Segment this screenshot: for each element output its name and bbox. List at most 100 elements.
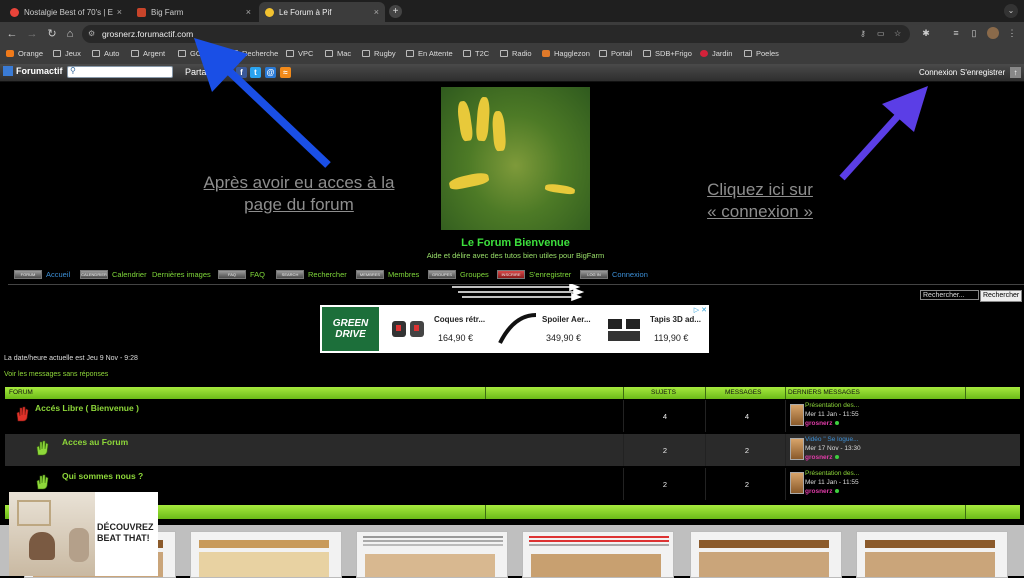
forum-table-header: FORUM SUJETS MESSAGES DERNIERS MESSAGES: [5, 387, 1020, 399]
nav-calendrier[interactable]: CALENDRIER Calendrier: [80, 270, 147, 279]
toolbar-connexion-link[interactable]: Connexion: [919, 68, 957, 77]
forum-name-link[interactable]: Acces au Forum: [62, 437, 128, 447]
bookmark-label: Radio: [512, 49, 532, 58]
promo-video-ad[interactable]: DÉCOUVREZ BEAT THAT!: [9, 492, 158, 576]
ad-product[interactable]: Spoiler Aer... 349,90 €: [494, 305, 604, 353]
header-topics: SUJETS: [651, 389, 676, 396]
collapse-toolbar-icon[interactable]: ↑: [1010, 67, 1021, 78]
bookmark-mac[interactable]: Mac: [325, 49, 351, 58]
reading-list-icon[interactable]: ≡: [950, 27, 962, 39]
bookmark-orange[interactable]: Orange: [6, 49, 43, 58]
cast-icon[interactable]: ▭: [877, 25, 885, 43]
forum-name-link[interactable]: Accés Libre ( Bienvenue ): [35, 403, 139, 413]
ad-choices-icon[interactable]: ▷ ✕: [694, 306, 707, 314]
tutorial-thumbnail[interactable]: [190, 531, 342, 578]
online-status-icon: [835, 455, 840, 460]
forum-name-link[interactable]: Qui sommes nous ?: [62, 471, 143, 481]
nav-groupes[interactable]: GROUPES Groupes: [428, 270, 489, 279]
nav-membres[interactable]: MEMBRES Membres: [356, 270, 419, 279]
advertisement-banner[interactable]: GREEN DRIVE Coques rétr... 164,90 € Spoi…: [320, 305, 709, 353]
url-input[interactable]: ⚙ grosnerz.forumactif.com ⚷ ▭ ☆: [82, 25, 910, 43]
bookmark-star-icon[interactable]: ☆: [894, 25, 901, 43]
bookmark-hagglezon[interactable]: Hagglezon: [542, 49, 590, 58]
forward-icon[interactable]: →: [25, 27, 39, 41]
bookmark-sdb-frigo[interactable]: SDB+Frigo: [643, 49, 692, 58]
reload-icon[interactable]: ↻: [45, 27, 59, 41]
bookmark-portail[interactable]: Portail: [599, 49, 632, 58]
bookmark-auto[interactable]: Auto: [92, 49, 119, 58]
hagglezon-logo-icon: [542, 50, 550, 57]
tutorial-note-line: page du forum: [244, 195, 354, 214]
ad-product[interactable]: Coques rétr... 164,90 €: [386, 305, 496, 353]
tab-big-farm[interactable]: Big Farm ×: [131, 2, 257, 22]
tutorial-thumbnail[interactable]: [856, 531, 1008, 578]
last-post-user-link[interactable]: grosnerz: [805, 420, 840, 427]
tab-forum-a-pif[interactable]: Le Forum à Pif ×: [259, 2, 385, 22]
back-icon[interactable]: ←: [5, 27, 19, 41]
site-info-icon[interactable]: ⚙: [88, 25, 95, 43]
bookmark-label: Mac: [337, 49, 352, 58]
profile-avatar[interactable]: [987, 27, 999, 39]
bookmark-rugby[interactable]: Rugby: [362, 49, 396, 58]
nav-connexion[interactable]: LOG IN Connexion: [580, 270, 648, 279]
pinterest-icon: [700, 50, 708, 57]
forum-search-button[interactable]: Rechercher: [980, 290, 1023, 302]
bookmark-recherche[interactable]: Recherche: [230, 49, 278, 58]
toolbar-register-link[interactable]: S'enregistrer: [960, 68, 1005, 77]
facebook-icon[interactable]: f: [236, 67, 247, 78]
bookmark-vpc[interactable]: VPC: [286, 49, 313, 58]
nav-label: Dernières images: [152, 270, 211, 279]
close-tab-icon[interactable]: ×: [374, 7, 379, 17]
radio-favicon-icon: [10, 7, 19, 17]
last-post-title-link[interactable]: Présentation des...: [805, 470, 859, 477]
close-tab-icon[interactable]: ×: [117, 7, 122, 17]
forumactif-search-input[interactable]: ⚲: [67, 66, 173, 78]
bookmark-en-attente[interactable]: En Attente: [406, 49, 453, 58]
bookmark-jardin[interactable]: Jardin: [700, 49, 732, 58]
new-tab-button[interactable]: +: [389, 5, 402, 18]
bookmark-radio[interactable]: Radio: [500, 49, 532, 58]
bookmark-label: Recherche: [242, 49, 279, 58]
tab-nostalgie[interactable]: Nostalgie Best of 70's | Ecou ×: [4, 2, 128, 22]
avatar[interactable]: [790, 404, 804, 426]
last-post-user-link[interactable]: grosnerz: [805, 488, 840, 495]
tutorial-thumbnail[interactable]: [690, 531, 842, 578]
forumactif-logo[interactable]: Forumactif: [3, 66, 63, 76]
close-tab-icon[interactable]: ×: [246, 7, 251, 17]
nav-register[interactable]: INSCRIRE S'enregistrer: [497, 270, 571, 279]
tutorial-thumbnail[interactable]: [356, 531, 508, 578]
avatar[interactable]: [790, 472, 804, 494]
bookmark-jeux[interactable]: Jeux: [53, 49, 81, 58]
menu-kebab-icon[interactable]: ⋮: [1006, 27, 1018, 39]
nav-dernieres-images[interactable]: Dernières images: [152, 270, 211, 279]
forum-row[interactable]: Accés Libre ( Bienvenue ) 4 4 Présentati…: [5, 400, 1020, 432]
green-drive-logo: GREEN DRIVE: [322, 307, 379, 351]
bookmark-argent[interactable]: Argent: [131, 49, 165, 58]
bookmark-poeles[interactable]: Poeles: [744, 49, 779, 58]
last-post-title-link[interactable]: Présentation des...: [805, 402, 859, 409]
extensions-icon[interactable]: ✱: [920, 27, 932, 39]
side-panel-icon[interactable]: ▯: [968, 27, 980, 39]
avatar[interactable]: [790, 438, 804, 460]
last-post-user-link[interactable]: grosnerz: [805, 454, 840, 461]
tutorial-thumbnail[interactable]: [522, 531, 674, 578]
last-post-title-link[interactable]: Vidéo " Se logue...: [805, 436, 859, 443]
bookmark-go[interactable]: GO: [178, 49, 202, 58]
home-icon[interactable]: ⌂: [63, 27, 77, 41]
nav-accueil[interactable]: FORUM Accueil: [14, 270, 70, 279]
forum-row[interactable]: Acces au Forum 2 2 Vidéo " Se logue... M…: [5, 434, 1020, 466]
unanswered-messages-link[interactable]: Voir les messages sans réponses: [4, 371, 108, 378]
email-icon[interactable]: @: [265, 67, 276, 78]
bookmark-label: Orange: [18, 49, 44, 58]
tab-search-icon[interactable]: ⌄: [1004, 4, 1018, 18]
bookmark-label: Hagglezon: [554, 49, 590, 58]
bookmark-t2c[interactable]: T2C: [463, 49, 489, 58]
rss-icon[interactable]: ≈: [280, 67, 291, 78]
nav-faq[interactable]: FAQ FAQ: [218, 270, 265, 279]
twitter-icon[interactable]: t: [250, 67, 261, 78]
password-key-icon[interactable]: ⚷: [860, 25, 866, 43]
nav-icon: SEARCH: [276, 270, 304, 279]
spoiler-image: [498, 313, 537, 344]
forum-search-input[interactable]: Rechercher...: [920, 290, 979, 300]
nav-rechercher[interactable]: SEARCH Rechercher: [276, 270, 347, 279]
